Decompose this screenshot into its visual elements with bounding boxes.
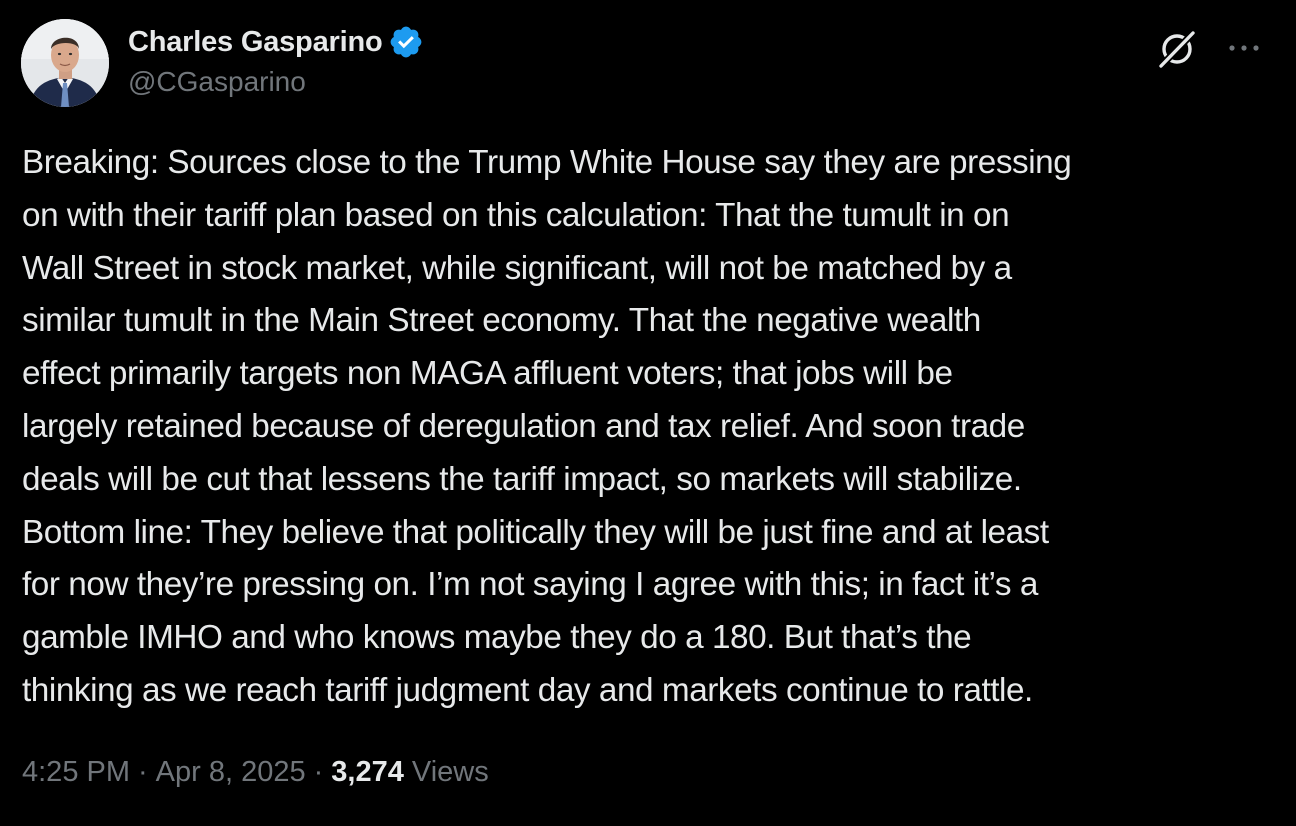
- avatar-image: [21, 19, 109, 107]
- tweet-date-link[interactable]: Apr 8, 2025: [156, 756, 306, 789]
- views-count: 3,274: [331, 756, 404, 788]
- tweet-text: Breaking: Sources close to the Trump Whi…: [22, 144, 1072, 709]
- views-label: Views: [411, 756, 489, 788]
- tweet-time-link[interactable]: 4:25 PM: [22, 756, 130, 789]
- separator-dot: ·: [313, 756, 324, 788]
- more-options-icon[interactable]: [1224, 34, 1264, 62]
- verified-badge-icon[interactable]: [388, 24, 424, 60]
- separator-dot: ·: [138, 756, 148, 788]
- tweet-metadata: 4:25 PM · Apr 8, 2025 · 3,274 Views: [22, 756, 489, 789]
- tweet-card: Charles Gasparino @CGasparino Breaking: …: [0, 0, 1296, 826]
- author-display-name[interactable]: Charles Gasparino: [128, 26, 383, 59]
- author-handle[interactable]: @CGasparino: [128, 66, 306, 98]
- grok-icon[interactable]: [1156, 28, 1198, 70]
- avatar[interactable]: [21, 19, 109, 107]
- author-name-row: Charles Gasparino: [128, 24, 424, 60]
